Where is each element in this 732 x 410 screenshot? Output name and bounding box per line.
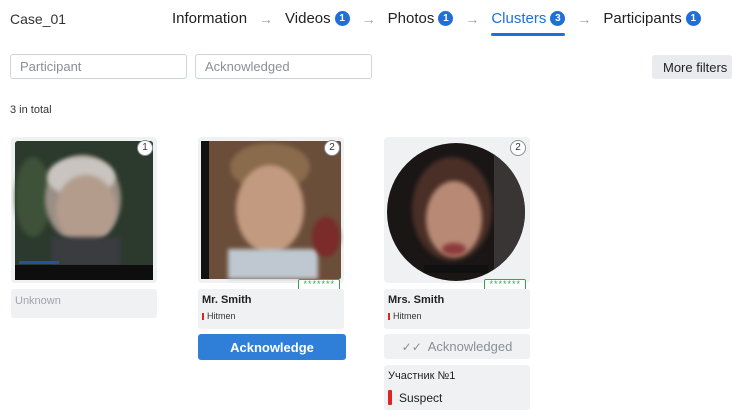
cluster-photo-count: 1 — [137, 140, 153, 156]
double-check-icon: ✓✓ — [401, 339, 422, 354]
cluster-card[interactable]: 2 ******* Mrs. Smith Hitmen ✓✓ Acknowled… — [384, 137, 530, 410]
cluster-name: Mr. Smith — [202, 294, 252, 306]
cluster-name: Mrs. Smith — [388, 294, 445, 306]
participant-filter-input[interactable] — [10, 54, 187, 79]
cluster-group: Hitmen — [202, 311, 340, 321]
tab-participants[interactable]: Participants 1 — [603, 10, 701, 33]
cluster-card[interactable]: 1 Unknown — [11, 137, 157, 318]
participant-name: Участник №1 — [388, 370, 456, 382]
acknowledge-button[interactable]: Acknowledge — [198, 334, 346, 360]
total-count: 3 in total — [10, 104, 52, 116]
tab-information-label: Information — [172, 10, 248, 27]
cluster-thumbnail[interactable]: 2 ******* — [198, 137, 344, 291]
acknowledged-status: ✓✓ Acknowledged — [384, 334, 530, 359]
arrow-right-icon: → — [259, 10, 274, 27]
acknowledged-status-label: Acknowledged — [427, 339, 513, 354]
tab-videos-label: Videos — [285, 10, 331, 27]
role-color-marker — [388, 390, 392, 405]
cluster-name: Unknown — [15, 295, 61, 307]
case-title: Case_01 — [10, 11, 67, 27]
face-thumbnail-image — [15, 141, 153, 280]
cluster-card[interactable]: 2 ******* Mr. Smith Hitmen Acknowledge — [198, 137, 346, 360]
cluster-photo-count: 2 — [510, 140, 526, 156]
tab-photos-label: Photos — [387, 10, 435, 27]
cluster-group-label: Hitmen — [393, 311, 422, 321]
acknowledged-filter-input[interactable] — [195, 54, 372, 79]
cluster-label-box: Mr. Smith Hitmen — [198, 289, 344, 329]
face-thumbnail-image — [201, 141, 341, 279]
cluster-thumbnail[interactable]: 2 ******* — [384, 137, 530, 291]
more-filters-button[interactable]: More filters — [652, 55, 732, 79]
arrow-right-icon: → — [465, 10, 480, 27]
cluster-photo-count: 2 — [324, 140, 340, 156]
tab-participants-label: Participants — [603, 10, 682, 27]
photos-count-badge: 1 — [438, 11, 454, 26]
participant-role: Suspect — [388, 390, 526, 405]
step-navigation: Information → Videos 1 → Photos 1 → Clus… — [172, 10, 701, 36]
tab-clusters[interactable]: Clusters 3 — [491, 10, 566, 36]
cluster-group: Hitmen — [388, 311, 526, 321]
cluster-group-label: Hitmen — [207, 311, 236, 321]
arrow-right-icon: → — [361, 10, 376, 27]
cluster-label-box: Mrs. Smith Hitmen — [384, 289, 530, 329]
cluster-label-box: Unknown — [11, 289, 157, 318]
linked-participant[interactable]: Участник №1 Suspect — [384, 365, 530, 410]
participants-count-badge: 1 — [685, 11, 701, 26]
cluster-thumbnail[interactable]: 1 — [11, 137, 157, 283]
tab-information[interactable]: Information — [172, 10, 247, 33]
tab-clusters-label: Clusters — [491, 10, 547, 27]
tab-videos[interactable]: Videos 1 — [285, 10, 350, 33]
group-color-marker — [388, 312, 390, 320]
face-thumbnail-image — [387, 143, 525, 281]
videos-count-badge: 1 — [334, 11, 350, 26]
participant-role-label: Suspect — [399, 390, 443, 405]
tab-photos[interactable]: Photos 1 — [388, 10, 454, 33]
arrow-right-icon: → — [577, 10, 592, 27]
group-color-marker — [202, 312, 204, 320]
clusters-count-badge: 3 — [550, 11, 566, 26]
